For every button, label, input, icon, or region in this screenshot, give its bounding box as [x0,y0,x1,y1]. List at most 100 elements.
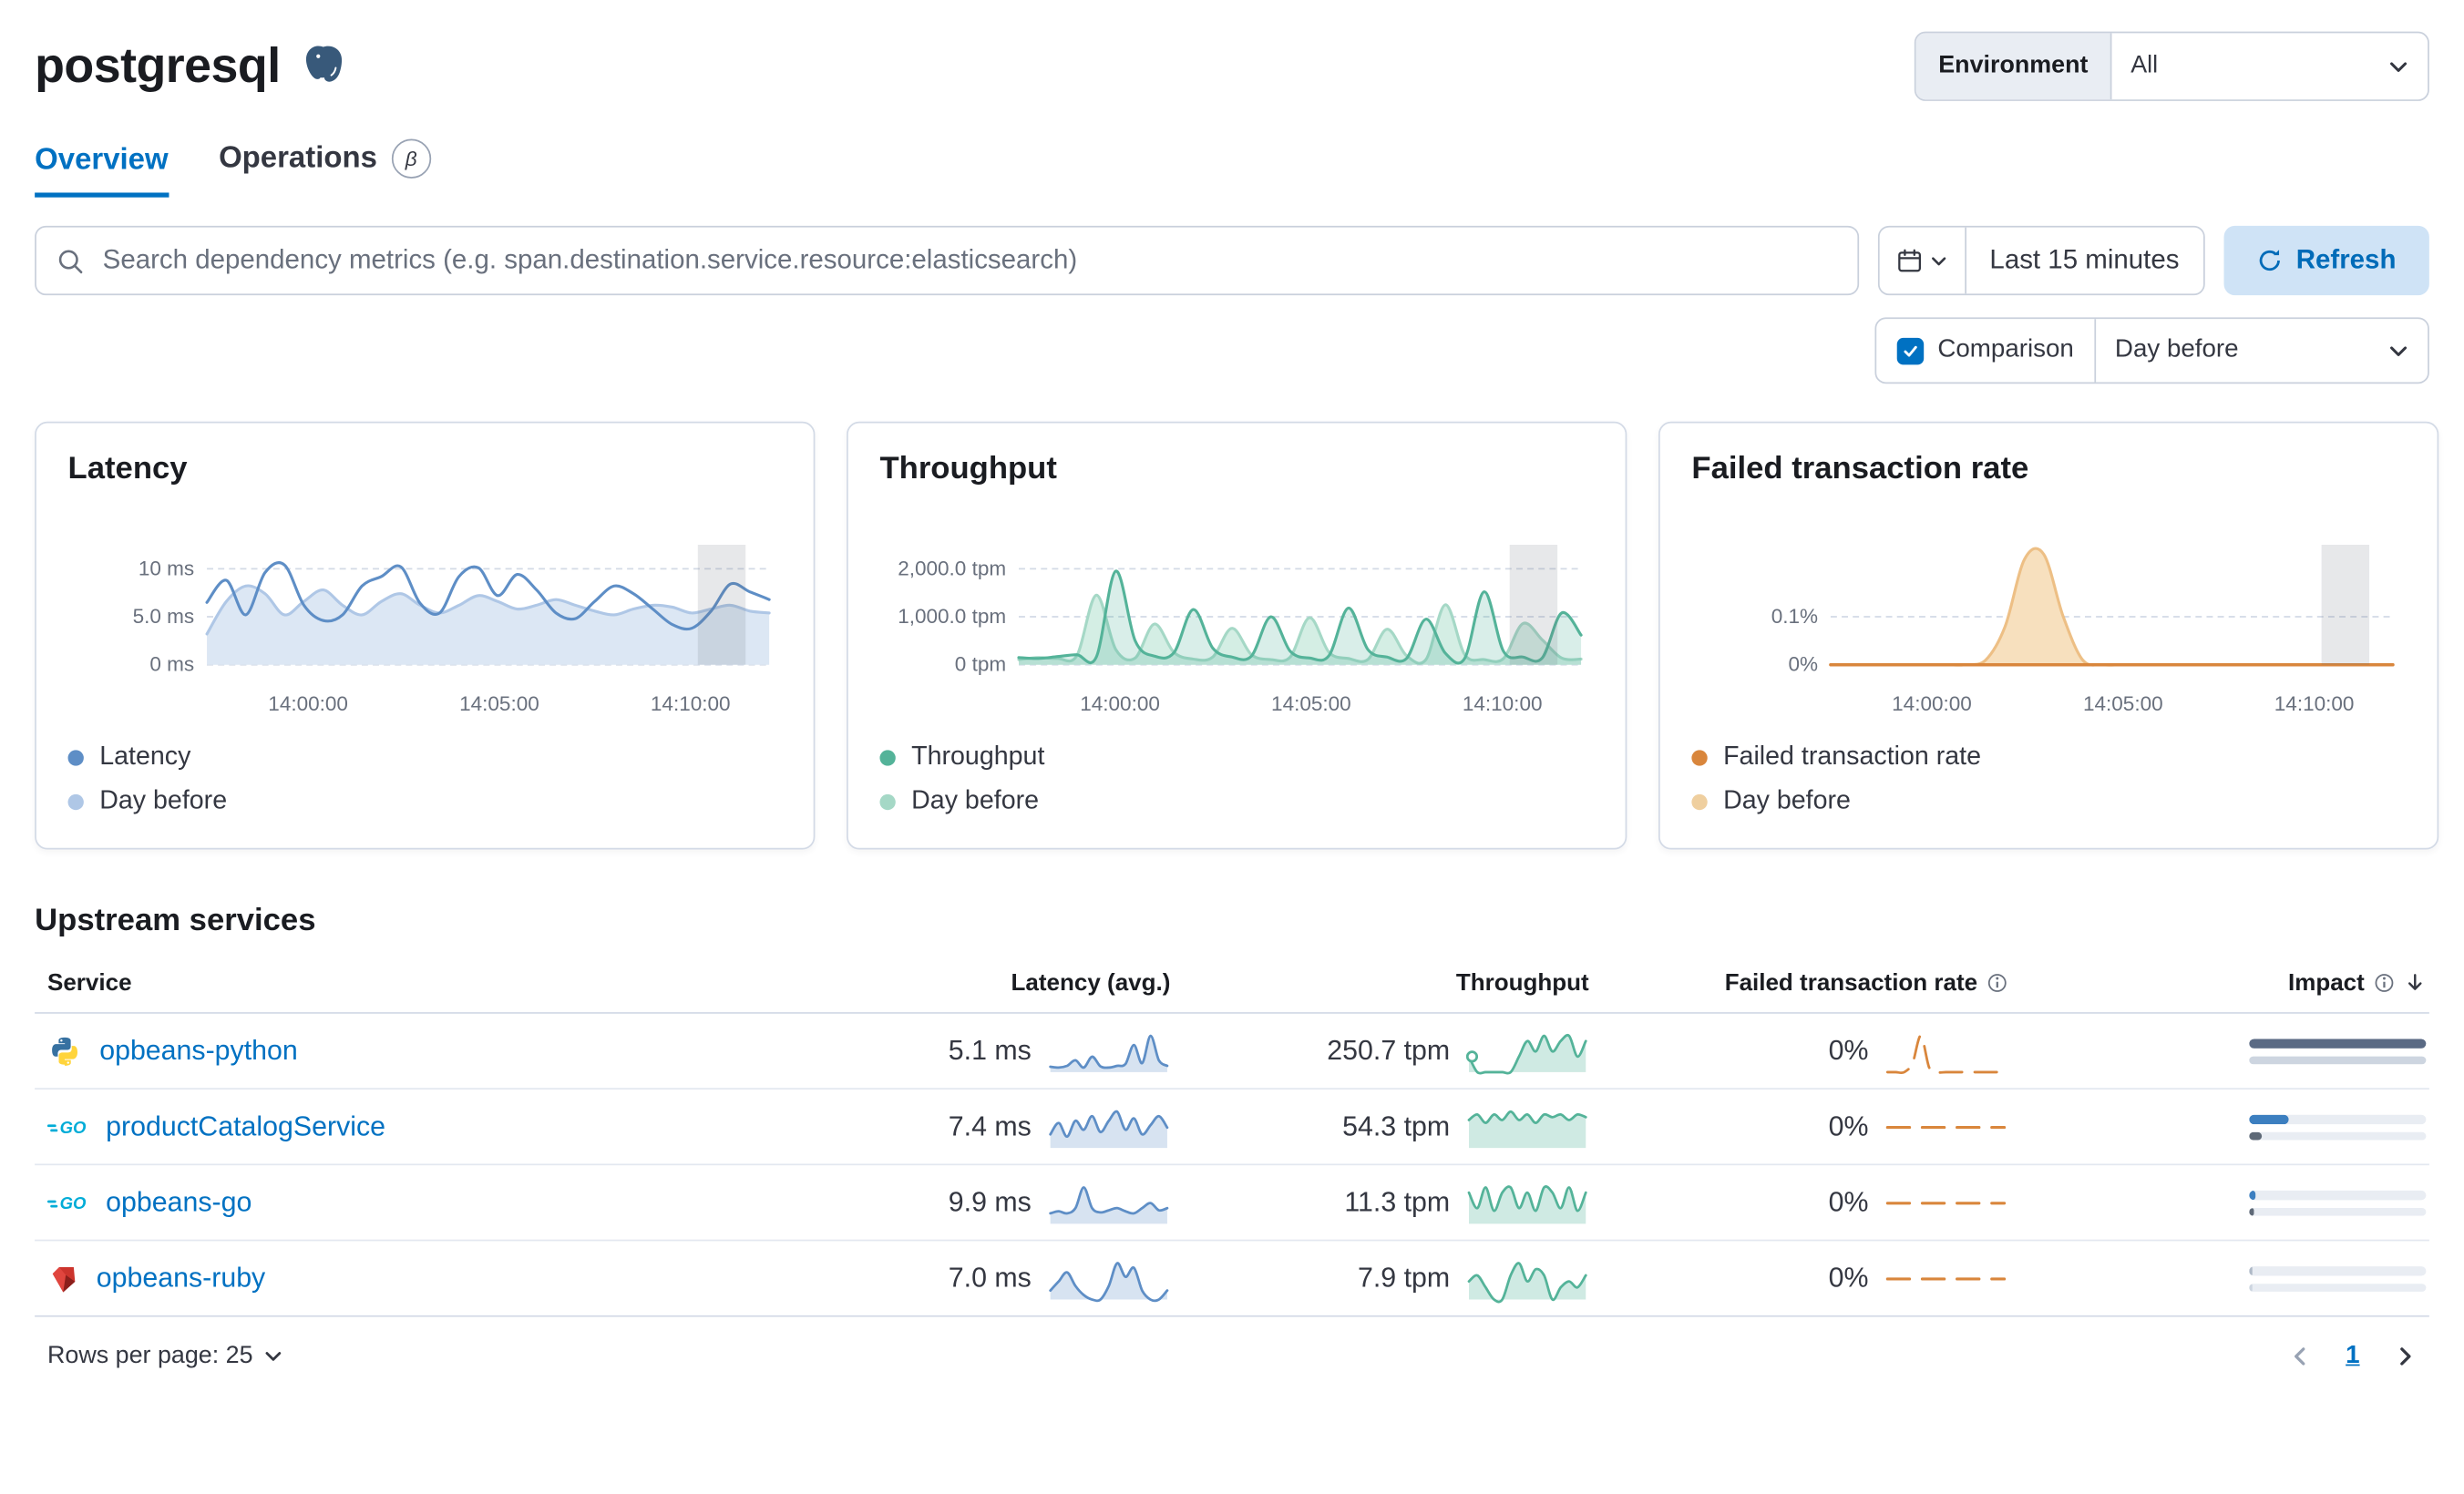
comparison-checkbox-group[interactable]: Comparison [1876,319,2097,383]
column-header-service: Service [46,968,132,996]
check-icon [1904,344,1917,356]
refresh-icon [2259,250,2280,271]
latency-value: 5.1 ms [948,1034,1032,1066]
service-link[interactable]: productCatalogService [106,1110,385,1143]
table-row: GO opbeans-go 9.9 ms 11.3 tpm 0% [35,1165,2429,1242]
pagination: 1 [2289,1342,2417,1370]
legend-item[interactable]: Day before [67,786,782,816]
service-link[interactable]: opbeans-ruby [97,1262,266,1294]
latency-cell: 7.4 ms [850,1101,1174,1151]
failed-rate-sparkline [1885,1125,2007,1129]
svg-text:14:10:00: 14:10:00 [651,692,731,715]
tab-operations[interactable]: Operations β [219,138,431,198]
latency-sparkline [1049,1109,1169,1148]
service-link[interactable]: opbeans-python [99,1034,298,1067]
latency-value: 7.4 ms [948,1110,1032,1142]
legend-item[interactable]: Latency [67,742,782,773]
legend-item[interactable]: Failed transaction rate [1691,742,2405,773]
legend-item[interactable]: Throughput [879,742,1593,773]
latency-sparkline [1049,1033,1169,1072]
rows-per-page-label: Rows per page: 25 [46,1342,253,1369]
chevron-down-icon [1931,256,1946,265]
service-cell: GO productCatalogService [35,1110,849,1143]
svg-text:0%: 0% [1789,653,1819,676]
next-page-icon[interactable] [2395,1346,2417,1367]
svg-text:1,000.0 tpm: 1,000.0 tpm [898,605,1006,628]
impact-cell [2011,1190,2429,1215]
search-input[interactable] [36,227,1857,294]
throughput-value: 11.3 tpm [1344,1185,1451,1218]
metric-chart: 2,000.0 tpm 1,000.0 tpm 0 tpm 14:00:00 14:05… [898,544,1583,715]
table-row: GO productCatalogService 7.4 ms 54.3 tpm… [35,1090,2429,1166]
legend-item[interactable]: Day before [879,786,1593,816]
tab-bar: Overview Operations β [35,138,2429,198]
throughput-value: 250.7 tpm [1327,1034,1451,1066]
card-title: Failed transaction rate [1691,451,2029,486]
calendar-button[interactable] [1879,227,1966,294]
tab-overview-label: Overview [35,143,169,178]
environment-label: Environment [1915,33,2112,100]
throughput-sparkline [1467,1184,1587,1223]
column-header-failed-rate[interactable]: Failed transaction rate [1592,968,2010,996]
column-header-latency[interactable]: Latency (avg.) [850,968,1174,995]
column-header-throughput[interactable]: Throughput [1174,968,1592,995]
environment-select[interactable]: All [2111,33,2428,99]
latency-cell: 9.9 ms [850,1177,1174,1227]
failed-rate-value: 0% [1828,1261,1869,1294]
comparison-row: Comparison Day before [35,317,2429,384]
throughput-cell: 11.3 tpm [1174,1177,1592,1227]
throughput-sparkline [1465,1033,1587,1074]
comparison-label: Comparison [1937,336,2074,363]
environment-value: All [2130,52,2159,79]
table-footer: Rows per page: 25 1 [35,1317,2429,1377]
tab-operations-label: Operations [219,141,377,175]
table-row: opbeans-python 5.1 ms 250.7 tpm 0% [35,1014,2429,1090]
chevron-down-icon [2388,341,2409,362]
chevron-down-icon [265,1352,282,1361]
legend-item[interactable]: Day before [1691,786,2405,816]
metric-chart: 0.1% 0% 14:00:00 14:05:00 14:10:00 [1771,544,2395,715]
beta-badge: β [391,138,431,179]
impact-current-bar [2249,1113,2427,1124]
metric-card: Throughput 2,000.0 tpm 1,000.0 tpm 0 tpm 14… [847,421,1627,850]
rows-per-page-button[interactable]: Rows per page: 25 [47,1342,282,1370]
throughput-value: 54.3 tpm [1342,1110,1451,1142]
failed-rate-value: 0% [1828,1110,1869,1142]
impact-bars [2249,1265,2427,1291]
info-icon [2375,973,2394,992]
column-header-impact[interactable]: Impact [2011,968,2429,996]
previous-page-icon[interactable] [2289,1346,2311,1367]
refresh-label: Refresh [2295,244,2397,275]
failed-rate-sparkline [1885,1033,2006,1074]
comparison-select[interactable]: Day before [2096,319,2428,382]
legend-dot [1691,793,1708,810]
impact-bars [2249,1190,2427,1215]
tab-overview[interactable]: Overview [35,143,169,198]
impact-cell [2011,1265,2429,1291]
svg-text:14:00:00: 14:00:00 [1080,692,1160,715]
search-icon [58,249,83,273]
throughput-cell: 7.9 tpm [1174,1253,1592,1303]
service-cell: GO opbeans-go [35,1186,849,1219]
legend-label: Latency [99,742,191,771]
throughput-cell: 54.3 tpm [1174,1101,1592,1151]
impact-cell [2011,1113,2429,1140]
impact-previous-bar [2249,1131,2427,1140]
comparison-checkbox[interactable] [1896,337,1924,364]
legend-dot [1691,749,1708,765]
svg-text:14:10:00: 14:10:00 [1463,692,1543,715]
refresh-button[interactable]: Refresh [2223,225,2429,296]
svg-text:14:05:00: 14:05:00 [1271,692,1351,715]
chevron-down-icon [2388,56,2409,77]
service-link[interactable]: opbeans-go [106,1186,252,1219]
svg-text:14:05:00: 14:05:00 [2083,692,2163,715]
page-title: postgresql [35,37,281,94]
info-icon [1987,973,2007,992]
chart-legend: Failed transaction rate Day before [1691,742,2405,816]
legend-label: Day before [99,786,228,815]
page-number[interactable]: 1 [2346,1342,2359,1370]
latency-sparkline [1049,1185,1169,1223]
metric-card: Latency 10 ms 5.0 ms 0 ms 14:00:00 14:05:00 1… [35,421,816,850]
time-range-button[interactable]: Last 15 minutes [1966,228,2202,294]
comparison-value: Day before [2114,336,2239,363]
